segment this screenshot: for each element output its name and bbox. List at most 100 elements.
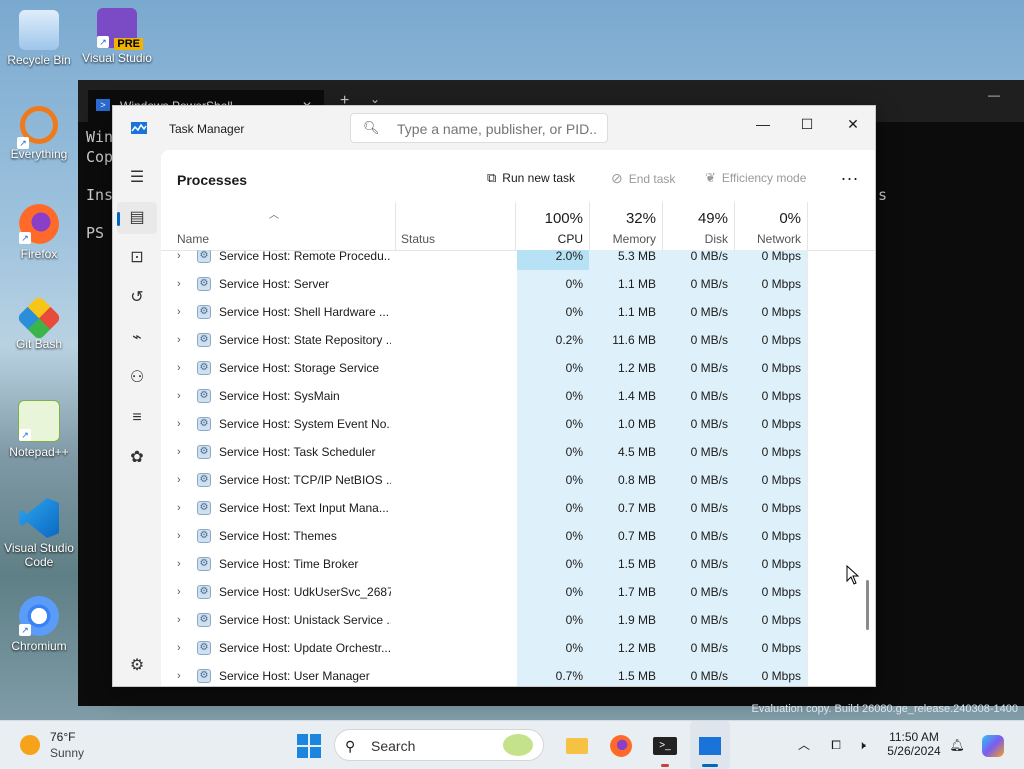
- vertical-scrollbar-thumb[interactable]: [866, 580, 869, 630]
- minimize-button[interactable]: —: [743, 110, 783, 138]
- maximize-button[interactable]: ☐: [787, 110, 827, 138]
- desktop-icon-label: Git Bash: [15, 337, 63, 351]
- minimize-icon[interactable]: —: [988, 88, 1000, 102]
- firefox-taskbar-button[interactable]: [606, 721, 636, 769]
- weather-widget[interactable]: 76°F Sunny: [16, 721, 96, 769]
- table-row[interactable]: › ⚙ Service Host: Themes 0% 0.7 MB 0 MB/s 0 Mb…: [161, 522, 861, 550]
- expand-chevron-icon[interactable]: ›: [177, 270, 191, 298]
- desktop-icon-everything[interactable]: ↗ Everything: [4, 106, 74, 161]
- cpu-value: 0%: [517, 550, 589, 578]
- desktop-icon-visual-studio[interactable]: ↗ PRE Visual Studio: [82, 8, 152, 65]
- expand-chevron-icon[interactable]: ›: [177, 466, 191, 494]
- nav-details-icon[interactable]: ≡: [117, 402, 157, 434]
- start-button[interactable]: [294, 721, 324, 769]
- nav-app-history-icon[interactable]: ↺: [117, 282, 157, 314]
- task-manager-window[interactable]: Task Manager 🔍︎ — ☐ ✕ ☰ ▤ ⊡ ↺ ⌁ ⚇ ≡ ✿ ⚙ …: [112, 105, 876, 687]
- desktop-icon-label: Everything: [10, 147, 68, 161]
- table-row[interactable]: › ⚙ Service Host: Update Orchestr... 0% 1.2 …: [161, 634, 861, 662]
- search-input[interactable]: [395, 120, 599, 138]
- column-header-memory[interactable]: 32% Memory: [589, 202, 662, 250]
- expand-chevron-icon[interactable]: ›: [177, 250, 191, 270]
- process-name: Service Host: SysMain: [219, 389, 340, 403]
- expand-chevron-icon[interactable]: ›: [177, 550, 191, 578]
- table-row[interactable]: › ⚙ Service Host: Server 0% 1.1 MB 0 MB/s 0 Mb…: [161, 270, 861, 298]
- show-hidden-icons-button[interactable]: ︿: [794, 721, 814, 769]
- process-name: Service Host: UdkUserSvc_26870: [219, 585, 391, 599]
- column-header-status[interactable]: Status: [395, 202, 515, 250]
- table-row[interactable]: › ⚙ Service Host: SysMain 0% 1.4 MB 0 MB/s 0 M…: [161, 382, 861, 410]
- expand-chevron-icon[interactable]: ›: [177, 326, 191, 354]
- desktop-icon-firefox[interactable]: ↗ Firefox: [4, 204, 74, 261]
- table-row[interactable]: › ⚙ Service Host: State Repository ... 0.2%…: [161, 326, 861, 354]
- nav-users-icon[interactable]: ⚇: [117, 362, 157, 394]
- console-line: Win: [86, 128, 114, 146]
- nav-performance-icon[interactable]: ⊡: [117, 242, 157, 274]
- terminal-taskbar-button[interactable]: >_: [650, 721, 680, 769]
- expand-chevron-icon[interactable]: ›: [177, 438, 191, 466]
- end-task-icon: ⊘: [611, 170, 623, 186]
- table-row[interactable]: › ⚙ Service Host: TCP/IP NetBIOS ... 0% 0.8 …: [161, 466, 861, 494]
- nav-processes-icon[interactable]: ▤: [117, 202, 157, 234]
- settings-gear-icon[interactable]: ⚙: [117, 650, 157, 682]
- table-row[interactable]: › ⚙ Service Host: Unistack Service ... 0% 1.…: [161, 606, 861, 634]
- memory-value: 1.0 MB: [589, 410, 662, 438]
- disk-value: 0 MB/s: [662, 466, 734, 494]
- file-explorer-taskbar-button[interactable]: [562, 721, 592, 769]
- desktop-icon-chromium[interactable]: ↗ Chromium: [4, 596, 74, 653]
- column-header-name[interactable]: ︿ Name: [161, 202, 395, 250]
- run-new-task-button[interactable]: ⧉ Run new task: [487, 170, 575, 186]
- column-header-cpu[interactable]: 100% CPU: [515, 202, 589, 250]
- expand-chevron-icon[interactable]: ›: [177, 578, 191, 606]
- expand-chevron-icon[interactable]: ›: [177, 382, 191, 410]
- desktop-icon-label: Chromium: [11, 639, 67, 653]
- expand-chevron-icon[interactable]: ›: [177, 354, 191, 382]
- expand-chevron-icon[interactable]: ›: [177, 634, 191, 662]
- table-row[interactable]: › ⚙ Service Host: Text Input Mana... 0% 0.7 …: [161, 494, 861, 522]
- desktop-icon-vscode[interactable]: Visual Studio Code: [4, 498, 74, 569]
- table-row[interactable]: › ⚙ Service Host: Task Scheduler 0% 4.5 MB 0 …: [161, 438, 861, 466]
- desktop-icon-git-bash[interactable]: Git Bash: [4, 295, 74, 351]
- expand-chevron-icon[interactable]: ›: [177, 494, 191, 522]
- table-row[interactable]: › ⚙ Service Host: Storage Service 0% 1.2 MB 0…: [161, 354, 861, 382]
- end-task-button[interactable]: ⊘ End task: [611, 170, 675, 187]
- table-row[interactable]: › ⚙ Service Host: User Manager 0.7% 1.5 MB 0 …: [161, 662, 861, 686]
- desktop-icon-notepad-plus-plus[interactable]: ↗ Notepad++: [4, 400, 74, 459]
- desktop-icon-label: Recycle Bin: [7, 53, 71, 67]
- table-row[interactable]: › ⚙ Service Host: UdkUserSvc_26870 0% 1.7 MB…: [161, 578, 861, 606]
- processes-page: Processes ⧉ Run new task ⊘ End task ❦ Effic…: [161, 150, 875, 686]
- nav-services-icon[interactable]: ✿: [117, 442, 157, 474]
- column-header-network[interactable]: 0% Network: [734, 202, 807, 250]
- hamburger-menu-icon[interactable]: ☰: [117, 162, 157, 194]
- more-options-button[interactable]: ...: [841, 164, 859, 185]
- nav-startup-apps-icon[interactable]: ⌁: [117, 322, 157, 354]
- cpu-usage-percent: 100%: [544, 210, 583, 227]
- notification-bell-icon[interactable]: 🔔︎: [948, 721, 966, 769]
- table-row[interactable]: › ⚙ Service Host: System Event No... 0% 1.0 …: [161, 410, 861, 438]
- table-row[interactable]: › ⚙ Service Host: Time Broker 0% 1.5 MB 0 MB/…: [161, 550, 861, 578]
- table-row[interactable]: › ⚙ Service Host: Shell Hardware ... 0% 1.1 …: [161, 298, 861, 326]
- expand-chevron-icon[interactable]: ›: [177, 298, 191, 326]
- network-value: 0 Mbps: [734, 298, 807, 326]
- process-name: Service Host: Task Scheduler: [219, 445, 376, 459]
- window-title: Task Manager: [169, 122, 245, 136]
- network-icon[interactable]: ⧠: [826, 721, 846, 769]
- expand-chevron-icon[interactable]: ›: [177, 522, 191, 550]
- chevron-down-icon[interactable]: ⌄: [370, 92, 380, 106]
- taskbar-search-box[interactable]: ⚲ Search: [334, 729, 544, 761]
- search-box[interactable]: 🔍︎: [350, 113, 608, 143]
- volume-icon[interactable]: 🕨︎: [852, 721, 872, 769]
- desktop-icon-recycle-bin[interactable]: Recycle Bin: [4, 10, 74, 67]
- efficiency-mode-button[interactable]: ❦ Efficiency mode: [705, 170, 806, 186]
- expand-chevron-icon[interactable]: ›: [177, 662, 191, 686]
- expand-chevron-icon[interactable]: ›: [177, 410, 191, 438]
- clock[interactable]: 11:50 AM 5/26/2024: [880, 721, 948, 769]
- column-header-disk[interactable]: 49% Disk: [662, 202, 734, 250]
- cpu-value: 0%: [517, 354, 589, 382]
- table-row[interactable]: › ⚙ Service Host: Remote Procedu... 2.0% 5.3…: [161, 250, 861, 270]
- copilot-icon[interactable]: [978, 721, 1008, 769]
- task-manager-taskbar-button[interactable]: [690, 721, 730, 769]
- expand-chevron-icon[interactable]: ›: [177, 606, 191, 634]
- network-value: 0 Mbps: [734, 354, 807, 382]
- close-button[interactable]: ✕: [833, 110, 873, 138]
- memory-value: 1.2 MB: [589, 354, 662, 382]
